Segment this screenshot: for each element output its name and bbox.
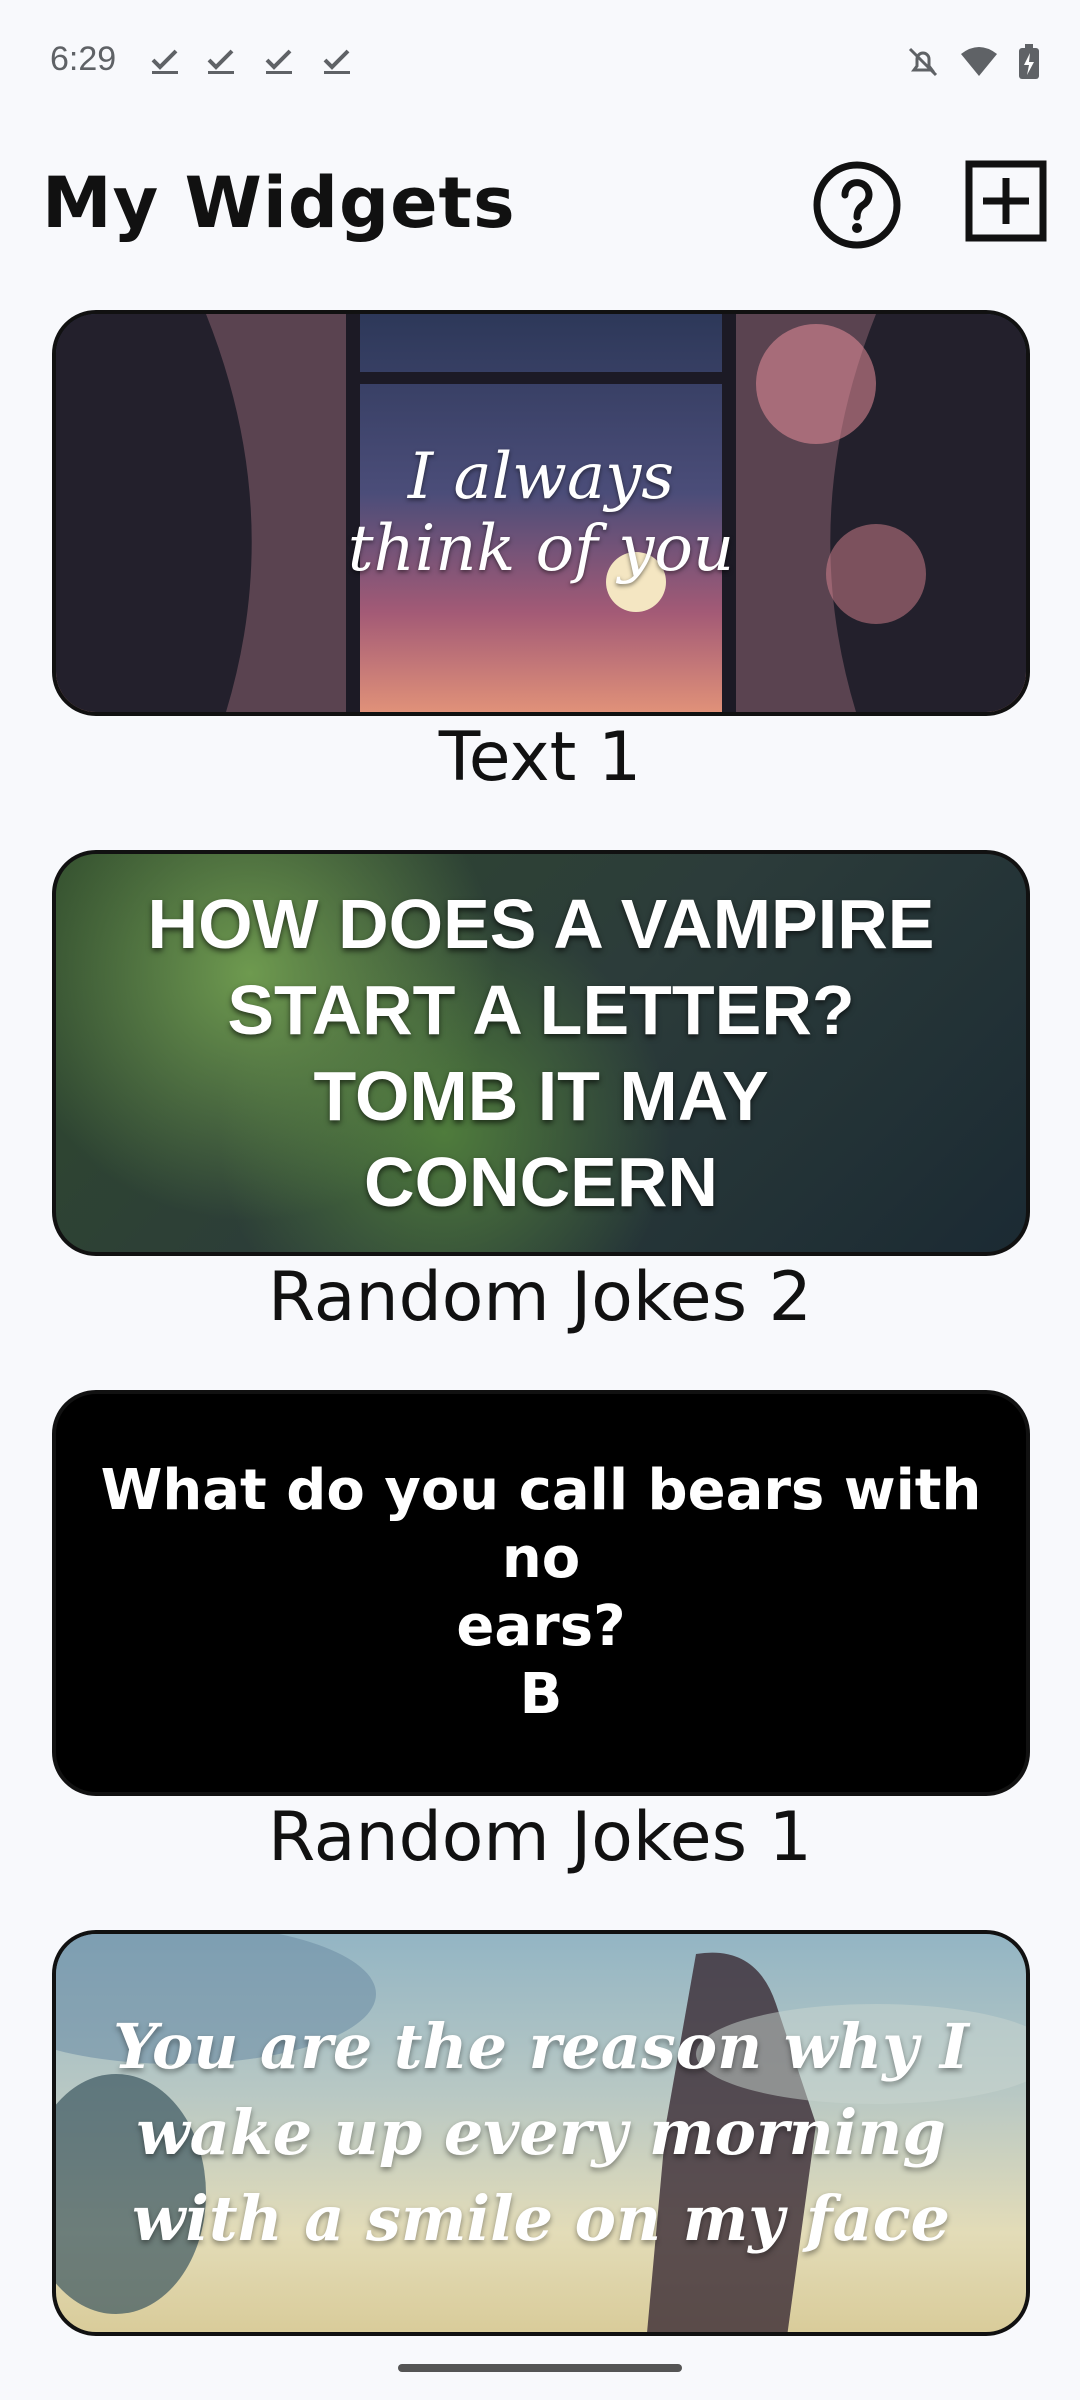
battery-charging-icon [1019,44,1039,79]
preview-line: think of you [347,512,735,586]
widget-item[interactable]: What do you call bears with no ears? B R… [52,1390,1030,1877]
app-bar: My Widgets [0,130,1080,280]
widget-preview-text: HOW DOES A VAMPIRE START A LETTER? TOMB … [118,881,965,1225]
preview-line: What do you call bears with no [100,1458,982,1591]
preview-line: CONCERN [364,1143,718,1221]
preview-line: ears? [456,1594,626,1659]
page-title: My Widgets [42,162,516,244]
status-time: 6:29 [50,40,117,78]
status-bar: 6:29 [0,0,1080,130]
check-icon [323,49,350,74]
preview-line: You are the reason why I [113,2010,969,2083]
preview-line: wake up every morning [136,2096,946,2169]
home-indicator[interactable] [398,2364,682,2372]
check-icon [207,49,234,74]
add-icon[interactable] [965,160,1047,242]
preview-line: I always [407,440,675,514]
widget-preview[interactable]: You are the reason why I wake up every m… [52,1930,1030,2336]
widget-item[interactable]: You are the reason why I wake up every m… [52,1930,1030,2336]
widget-preview-text: You are the reason why I wake up every m… [83,2004,999,2262]
widget-item[interactable]: HOW DOES A VAMPIRE START A LETTER? TOMB … [52,850,1030,1337]
notifications-off-icon [908,47,938,77]
preview-line: B [519,1662,563,1727]
check-icon [265,49,292,74]
widget-preview-text: I always think of you [348,441,734,585]
preview-line: HOW DOES A VAMPIRE [147,885,935,963]
widget-preview[interactable]: What do you call bears with no ears? B [52,1390,1030,1796]
widget-item[interactable]: I always think of you Text 1 [52,310,1030,797]
help-icon[interactable] [812,160,902,250]
preview-line: START A LETTER? [227,971,855,1049]
wifi-icon [961,47,997,76]
preview-line: with a smile on my face [132,2182,950,2255]
widget-label: Text 1 [438,718,642,797]
widget-preview[interactable]: HOW DOES A VAMPIRE START A LETTER? TOMB … [52,850,1030,1256]
widget-label: Random Jokes 2 [268,1258,812,1337]
widget-preview-text: What do you call bears with no ears? B [56,1457,1026,1729]
check-icon [151,49,178,74]
widget-preview[interactable]: I always think of you [52,310,1030,716]
widget-label: Random Jokes 1 [268,1798,812,1877]
preview-line: TOMB IT MAY [313,1057,769,1135]
